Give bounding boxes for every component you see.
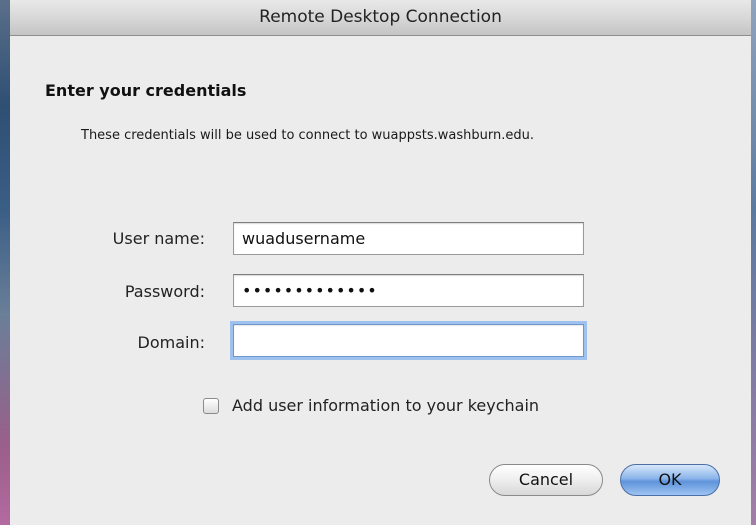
domain-field[interactable] bbox=[233, 324, 584, 357]
password-label: Password: bbox=[124, 282, 205, 301]
keychain-checkbox[interactable] bbox=[203, 398, 219, 414]
keychain-checkbox-label[interactable]: Add user information to your keychain bbox=[232, 396, 539, 415]
desktop-background-right bbox=[751, 0, 756, 525]
ok-button[interactable]: OK bbox=[620, 464, 720, 496]
desktop-background-left bbox=[0, 0, 10, 525]
dialog-description: These credentials will be used to connec… bbox=[81, 128, 534, 143]
username-label: User name: bbox=[112, 229, 205, 248]
password-field[interactable]: ••••••••••••• bbox=[233, 274, 584, 307]
domain-label: Domain: bbox=[137, 333, 205, 352]
cancel-button[interactable]: Cancel bbox=[489, 464, 603, 496]
dialog-heading: Enter your credentials bbox=[45, 81, 247, 100]
credentials-dialog: Remote Desktop Connection Enter your cre… bbox=[10, 0, 751, 525]
window-title: Remote Desktop Connection bbox=[10, 0, 751, 36]
username-field[interactable]: wuadusername bbox=[233, 222, 584, 255]
